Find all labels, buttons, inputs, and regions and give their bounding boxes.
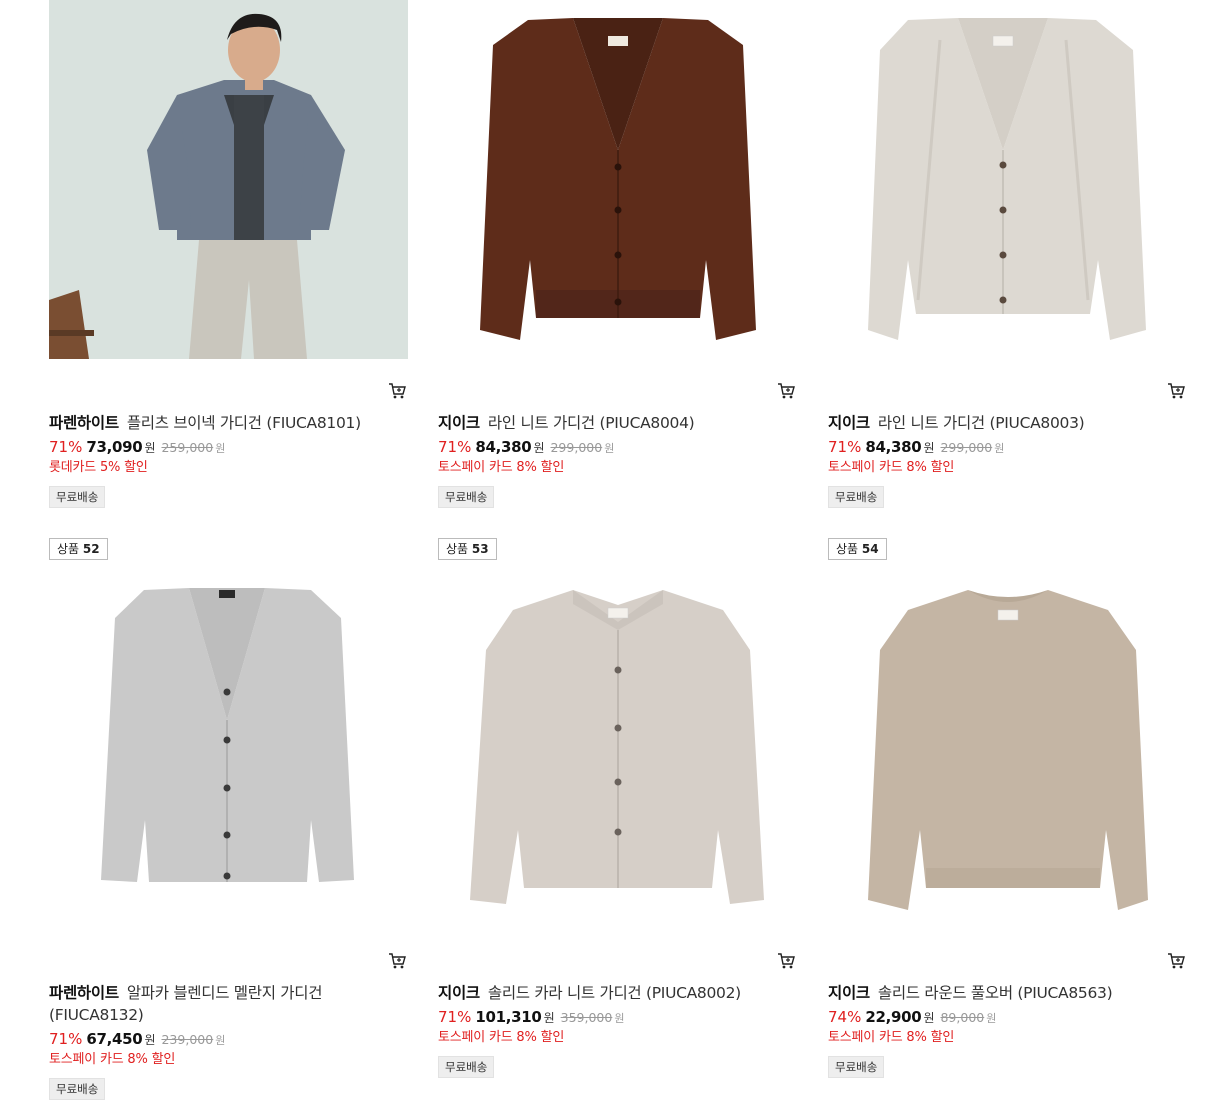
cart-plus-icon[interactable] <box>1167 382 1187 400</box>
brand-name[interactable]: 지이크 <box>828 414 870 432</box>
product-title[interactable]: 지이크 라인 니트 가디건 (PIUCA8004) <box>438 412 778 434</box>
sale-price: 22,900 <box>865 1008 922 1026</box>
discount-rate: 71% <box>438 1008 472 1026</box>
product-name[interactable]: 솔리드 카라 니트 가디건 (PIUCA8002) <box>488 984 741 1002</box>
free-shipping-badge: 무료배송 <box>49 486 106 508</box>
sale-price: 67,450 <box>86 1030 143 1048</box>
rank-number: 54 <box>861 542 879 556</box>
original-currency: 원 <box>215 442 226 455</box>
brand-name[interactable]: 지이크 <box>438 414 480 432</box>
free-shipping-badge: 무료배송 <box>828 486 885 508</box>
original-currency: 원 <box>604 442 615 455</box>
brand-name[interactable]: 파렌하이트 <box>49 414 119 432</box>
product-title[interactable]: 파렌하이트 플리츠 브이넥 가디건 (FIUCA8101) <box>49 412 389 434</box>
promo-text: 토스페이 카드 8% 할인 <box>828 1030 955 1045</box>
original-price: 299,000 <box>550 440 603 455</box>
free-shipping-badge: 무료배송 <box>438 1056 495 1078</box>
original-price: 299,000 <box>940 440 993 455</box>
model-photo <box>49 0 408 359</box>
currency: 원 <box>923 441 935 455</box>
promo-text: 토스페이 카드 8% 할인 <box>49 1052 176 1067</box>
product-title[interactable]: 지이크 솔리드 카라 니트 가디건 (PIUCA8002) <box>438 982 778 1004</box>
discount-rate: 71% <box>828 438 862 456</box>
promo-text: 토스페이 카드 8% 할인 <box>438 1030 565 1045</box>
product-image[interactable] <box>828 0 1187 359</box>
brand-name[interactable]: 파렌하이트 <box>49 984 119 1002</box>
rank-badge: 상품 54 <box>828 538 887 560</box>
brand-name[interactable]: 지이크 <box>438 984 480 1002</box>
promo-text: 토스페이 카드 8% 할인 <box>828 460 955 475</box>
product-title[interactable]: 파렌하이트 알파카 블렌디드 멜란지 가디건 (FIUCA8132) <box>49 982 389 1026</box>
cart-plus-icon[interactable] <box>777 952 797 970</box>
product-image[interactable] <box>49 0 408 359</box>
sale-price: 73,090 <box>86 438 143 456</box>
product-name[interactable]: 라인 니트 가디건 (PIUCA8003) <box>878 414 1085 432</box>
discount-rate: 74% <box>828 1008 862 1026</box>
original-price: 359,000 <box>560 1010 613 1025</box>
rank-number: 53 <box>471 542 489 556</box>
discount-rate: 71% <box>438 438 472 456</box>
product-name[interactable]: 플리츠 브이넥 가디건 (FIUCA8101) <box>127 414 361 432</box>
product-image[interactable] <box>438 570 797 929</box>
currency: 원 <box>144 441 156 455</box>
currency: 원 <box>533 441 545 455</box>
brand-name[interactable]: 지이크 <box>828 984 870 1002</box>
cart-plus-icon[interactable] <box>1167 952 1187 970</box>
original-price: 259,000 <box>161 440 214 455</box>
rank-label: 상품 <box>836 542 859 556</box>
rank-badge: 상품 52 <box>49 538 108 560</box>
currency: 원 <box>144 1033 156 1047</box>
brown-cardigan-image <box>480 18 756 340</box>
discount-rate: 71% <box>49 438 83 456</box>
free-shipping-badge: 무료배송 <box>438 486 495 508</box>
product-name[interactable]: 라인 니트 가디건 (PIUCA8004) <box>488 414 695 432</box>
rank-badge: 상품 53 <box>438 538 497 560</box>
promo-text: 토스페이 카드 8% 할인 <box>438 460 565 475</box>
original-price: 239,000 <box>161 1032 214 1047</box>
currency: 원 <box>543 1011 555 1025</box>
product-image[interactable] <box>438 0 797 359</box>
rank-label: 상품 <box>57 542 80 556</box>
ivory-cardigan-image <box>868 18 1146 340</box>
cart-plus-icon[interactable] <box>388 382 408 400</box>
sale-price: 84,380 <box>865 438 922 456</box>
gray-cardigan-image <box>101 588 354 882</box>
product-image[interactable] <box>828 570 1187 929</box>
rank-number: 52 <box>82 542 100 556</box>
product-title[interactable]: 지이크 라인 니트 가디건 (PIUCA8003) <box>828 412 1168 434</box>
original-price: 89,000 <box>940 1010 985 1025</box>
beige-collar-cardigan-image <box>470 590 764 904</box>
free-shipping-badge: 무료배송 <box>49 1078 106 1100</box>
original-currency: 원 <box>215 1034 226 1047</box>
discount-rate: 71% <box>49 1030 83 1048</box>
promo-text: 롯데카드 5% 할인 <box>49 460 148 475</box>
sale-price: 84,380 <box>475 438 532 456</box>
rank-label: 상품 <box>446 542 469 556</box>
product-title[interactable]: 지이크 솔리드 라운드 풀오버 (PIUCA8563) <box>828 982 1168 1004</box>
product-name[interactable]: 솔리드 라운드 풀오버 (PIUCA8563) <box>878 984 1113 1002</box>
free-shipping-badge: 무료배송 <box>828 1056 885 1078</box>
beige-pullover-image <box>868 590 1148 910</box>
product-image[interactable] <box>49 570 408 929</box>
original-currency: 원 <box>986 1012 997 1025</box>
cart-plus-icon[interactable] <box>388 952 408 970</box>
original-currency: 원 <box>994 442 1005 455</box>
sale-price: 101,310 <box>475 1008 542 1026</box>
currency: 원 <box>923 1011 935 1025</box>
original-currency: 원 <box>614 1012 625 1025</box>
cart-plus-icon[interactable] <box>777 382 797 400</box>
